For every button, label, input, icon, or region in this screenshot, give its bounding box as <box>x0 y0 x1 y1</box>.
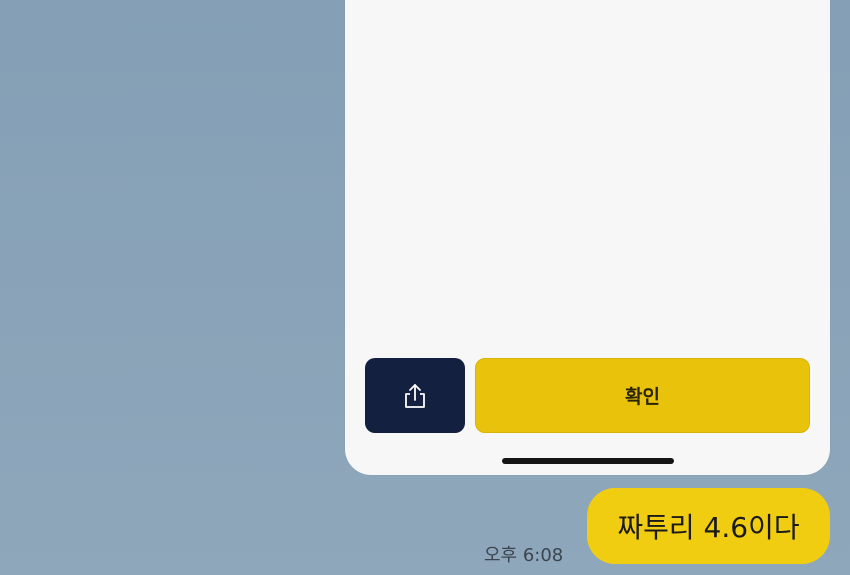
confirm-button[interactable]: 확인 <box>475 358 810 433</box>
message-timestamp: 오후 6:08 <box>484 545 564 566</box>
home-indicator <box>502 458 674 464</box>
shared-screenshot-card[interactable]: 확인 <box>345 0 830 475</box>
share-icon <box>402 382 428 410</box>
chat-message-bubble[interactable]: 짜투리 4.6이다 <box>587 488 830 564</box>
share-button[interactable] <box>365 358 465 433</box>
